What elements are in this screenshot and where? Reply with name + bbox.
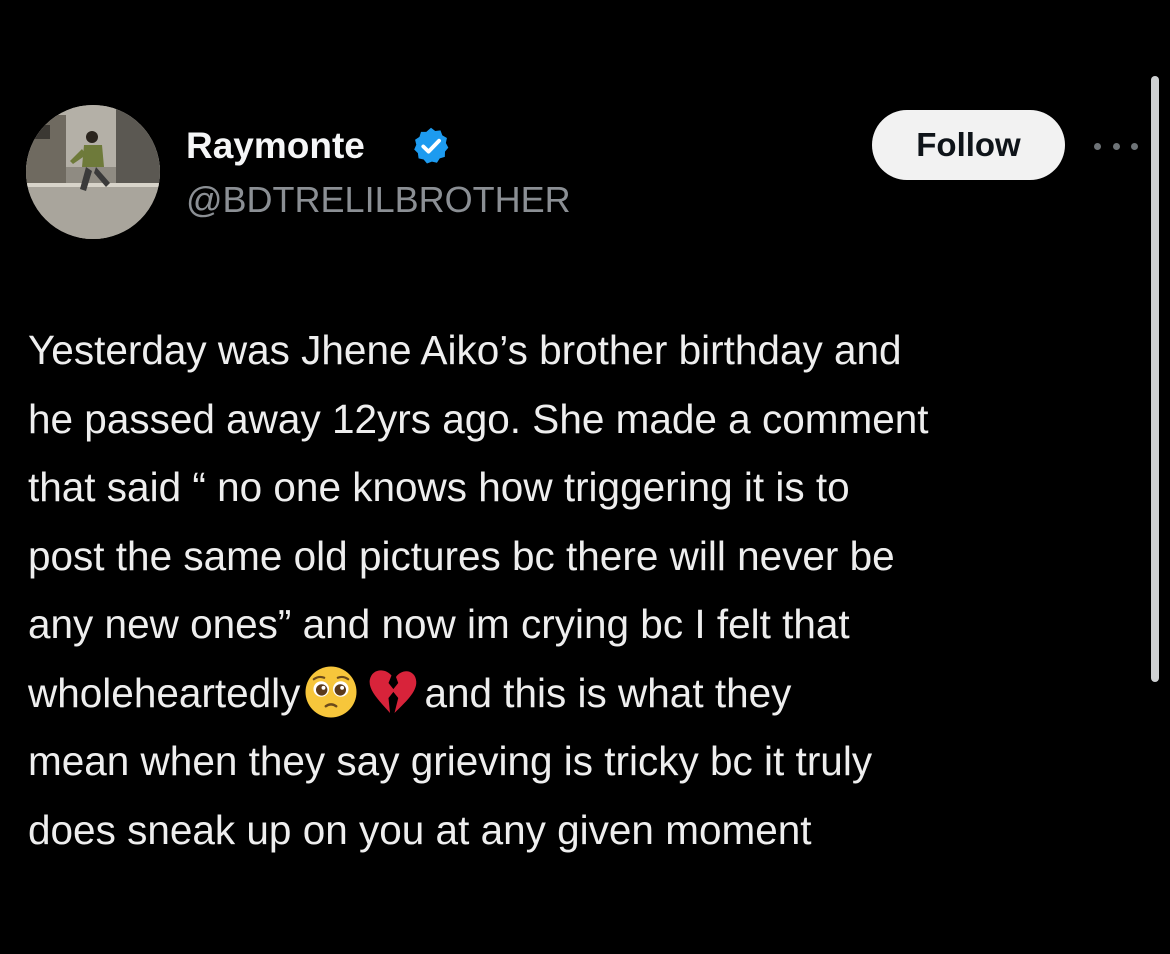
tweet-text-line: that said “ no one knows how triggering …	[28, 464, 850, 510]
avatar[interactable]	[26, 105, 160, 239]
tweet-text-line-with-emoji: wholeheartedly and this is what they	[28, 659, 1148, 728]
follow-button[interactable]: Follow	[872, 110, 1065, 180]
verified-badge-icon	[414, 127, 449, 164]
tweet-text-line: he passed away 12yrs ago. She made a com…	[28, 395, 929, 442]
tweet-text-line: mean when they say grieving is tricky bc…	[28, 738, 873, 784]
handle[interactable]: @BDTRELILBROTHER	[186, 178, 571, 222]
more-options-icon[interactable]	[1094, 138, 1138, 154]
tweet-text-fragment: wholeheartedly	[28, 669, 301, 716]
tweet-text-line: Yesterday was Jhene Aiko’s brother birth…	[28, 327, 902, 373]
display-name[interactable]: Raymonte	[186, 124, 365, 168]
tweet-text-line: post the same old pictures bc there will…	[28, 532, 895, 579]
more-dot	[1094, 142, 1101, 150]
tweet-text-line: any new ones” and now im crying bc I fel…	[28, 601, 850, 647]
tweet-card: Raymonte @BDTRELILBROTHER Follow Yesterd…	[0, 0, 1170, 954]
broken-heart-emoji-icon	[370, 670, 417, 713]
tweet-text: Yesterday was Jhene Aiko’s brother birth…	[28, 316, 1148, 864]
more-dot	[1112, 142, 1120, 150]
scrollbar[interactable]	[1151, 76, 1159, 682]
more-dot	[1131, 142, 1138, 150]
pleading-face-emoji-icon	[305, 666, 357, 718]
avatar-photo-icon	[26, 105, 160, 239]
tweet-text-line: does sneak up on you at any given moment	[28, 806, 812, 853]
tweet-text-fragment: and this is what they	[424, 669, 792, 716]
